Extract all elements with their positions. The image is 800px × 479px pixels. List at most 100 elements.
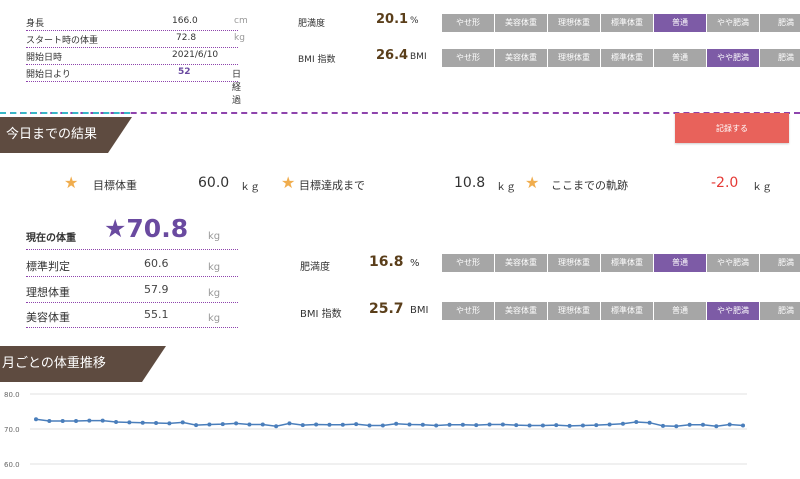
scale-segment: 美容体重 — [495, 302, 547, 320]
trajectory-value: -2.0 — [711, 175, 739, 191]
chart-point — [660, 423, 665, 428]
chart-point — [620, 421, 625, 426]
current-weight-label: 現在の体重 — [26, 233, 76, 244]
profile-row-label: スタート時の体重 — [26, 36, 99, 46]
chart-point — [460, 422, 465, 427]
target-weight-unit: ｋｇ — [240, 182, 260, 193]
chart-ytick-label: 60.0 — [4, 461, 20, 469]
current-weight-unit: kg — [208, 231, 221, 242]
scale-segment: 肥満 — [760, 49, 800, 67]
chart-point — [87, 418, 92, 423]
chart-point — [394, 421, 399, 426]
scale-segment: やせ形 — [442, 302, 494, 320]
scale-segment: やや肥満 — [707, 302, 759, 320]
chart-point — [114, 420, 119, 424]
scale-segment: 肥満 — [760, 302, 800, 320]
chart-point — [474, 423, 479, 428]
profile-row-value: 72.8 — [176, 33, 197, 43]
chart-point — [647, 420, 652, 425]
chart-point — [354, 422, 359, 427]
profile-row-value: 2021/6/10 — [172, 50, 219, 60]
chart-point — [47, 418, 52, 423]
profile-row-label: 開始日時 — [26, 53, 63, 63]
chart-point — [287, 421, 292, 426]
chart-point — [580, 423, 585, 428]
chart-point — [714, 424, 719, 429]
profile-row: 身長 166.0 cm — [26, 14, 248, 31]
chart-point — [367, 423, 372, 428]
current-detail-value: 57.9 — [144, 283, 169, 296]
chart-point — [260, 422, 265, 427]
chart-point — [487, 422, 492, 427]
top-obesity-unit: % — [410, 16, 419, 26]
chart-point — [420, 422, 425, 427]
profile-row-unit: 日経過 — [232, 70, 242, 106]
chart-point — [407, 422, 412, 427]
chart-point — [727, 422, 732, 427]
top-bmi-scale: やせ形 美容体重 理想体重 標準体重 普通 やや肥満 肥満 — [442, 49, 800, 67]
chart-point — [687, 422, 692, 427]
scale-segment: やや肥満 — [707, 254, 759, 272]
chart-point — [74, 418, 79, 423]
profile-row-unit: cm — [234, 16, 248, 26]
chart-point — [300, 423, 305, 428]
current-detail-row: 美容体重 55.1 kg — [26, 305, 238, 328]
results-banner: 今日までの結果 — [0, 117, 132, 153]
trajectory-label: ここまでの軌跡 — [551, 179, 628, 192]
scale-segment: 標準体重 — [601, 49, 653, 67]
chart-point — [327, 422, 332, 427]
chart-point — [247, 422, 252, 427]
scale-segment: 普通 — [654, 254, 706, 272]
current-detail-value: 60.6 — [144, 257, 169, 270]
current-detail-label: 標準判定 — [26, 260, 70, 273]
scale-segment: 標準体重 — [601, 254, 653, 272]
current-detail-value: 55.1 — [144, 308, 169, 321]
bottom-obesity-scale: やせ形 美容体重 理想体重 標準体重 普通 やや肥満 肥満 — [442, 254, 800, 272]
scale-segment: 美容体重 — [495, 14, 547, 32]
star-icon: ★ — [525, 173, 540, 192]
chart-point — [194, 423, 199, 428]
to-goal-value: 10.8 — [454, 175, 486, 191]
scale-segment: 肥満 — [760, 254, 800, 272]
to-goal-unit: ｋｇ — [496, 182, 516, 193]
chart-point — [180, 420, 185, 425]
scale-segment: やせ形 — [442, 49, 494, 67]
scale-segment: 理想体重 — [548, 14, 600, 32]
scale-segment: 普通 — [654, 14, 706, 32]
chart-point — [167, 421, 172, 426]
chart-point — [127, 420, 132, 425]
chart-point — [527, 423, 532, 428]
scale-segment: 普通 — [654, 302, 706, 320]
to-goal-label: 目標達成まで — [299, 179, 365, 192]
chart-point — [154, 421, 159, 426]
record-button[interactable]: 記録する — [675, 113, 789, 143]
current-weight-underline — [26, 249, 238, 250]
chart-point — [274, 424, 279, 429]
chart-point — [60, 418, 65, 423]
profile-row-unit: kg — [234, 33, 245, 43]
chart-point — [554, 423, 559, 428]
current-detail-unit: kg — [208, 262, 221, 273]
profile-row: スタート時の体重 72.8 kg — [26, 31, 245, 48]
top-obesity-scale: やせ形 美容体重 理想体重 標準体重 普通 やや肥満 肥満 — [442, 14, 800, 32]
scale-segment: 標準体重 — [601, 14, 653, 32]
chart-point — [700, 422, 705, 427]
target-weight-value: 60.0 — [198, 175, 230, 191]
chart-point — [140, 420, 145, 425]
monthly-title: 月ごとの体重推移 — [2, 356, 106, 371]
chart-point — [634, 420, 639, 424]
results-title: 今日までの結果 — [6, 127, 98, 142]
weight-line-chart: 80.0 70.0 60.0 — [4, 391, 747, 469]
current-detail-row: 標準判定 60.6 kg — [26, 254, 238, 277]
profile-row: 開始日時 2021/6/10 — [26, 48, 238, 65]
scale-segment: 理想体重 — [548, 302, 600, 320]
current-detail-label: 理想体重 — [26, 286, 70, 299]
profile-row-label: 開始日より — [26, 70, 71, 80]
bottom-bmi-value: 25.7 — [369, 301, 404, 317]
chart-point — [607, 422, 612, 427]
chart-point — [567, 423, 572, 428]
scale-segment: 理想体重 — [548, 254, 600, 272]
scale-segment: 標準体重 — [601, 302, 653, 320]
scale-segment: やせ形 — [442, 14, 494, 32]
scale-segment: やせ形 — [442, 254, 494, 272]
